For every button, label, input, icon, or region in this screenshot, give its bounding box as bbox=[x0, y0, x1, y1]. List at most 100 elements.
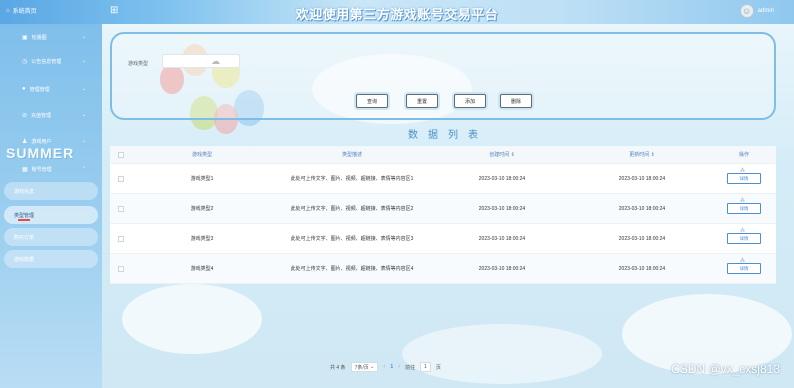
cell-desc: 此处可上传文字、图片、视频、超链接、表情等内容区4 bbox=[290, 266, 414, 272]
user-icon: ♟ bbox=[22, 138, 28, 145]
cloud-decoration bbox=[122, 284, 262, 354]
total-count: 共 4 条 bbox=[330, 364, 346, 371]
cell-desc: 此处可上传文字、图片、视频、超链接、表情等内容区2 bbox=[290, 206, 414, 212]
reset-button[interactable]: 重置 bbox=[406, 94, 438, 108]
cell-updated: 2023-03-10 18:00:24 bbox=[618, 205, 666, 212]
top-bar: ⌂ 系统首页 ⊞ 欢迎使用第三方游戏账号交易平台 ☺ admin bbox=[0, 0, 794, 24]
sidebar-item-account[interactable]: ▦ 账号管理 ⌃ bbox=[12, 160, 94, 178]
page-title: 欢迎使用第三方游戏账号交易平台 bbox=[295, 7, 499, 22]
cell-created: 2023-03-10 18:00:24 bbox=[478, 205, 526, 212]
cell-action: 详情 bbox=[712, 254, 776, 283]
sidebar-sub-label: 类型管理 bbox=[14, 212, 35, 219]
cell-type: 游戏类型2 bbox=[190, 206, 214, 212]
chevron-down-icon: ⌄ bbox=[81, 138, 86, 144]
detail-button[interactable]: 详情 bbox=[727, 168, 761, 184]
sidebar-item-manage[interactable]: ● 管理管理 ⌄ bbox=[12, 80, 94, 98]
search-input[interactable]: ☁ bbox=[162, 54, 240, 68]
cell-action: 详情 bbox=[712, 164, 776, 193]
cell-desc: 此处可上传文字、图片、视频、超链接、表情等内容区1 bbox=[290, 176, 414, 182]
query-button[interactable]: 查询 bbox=[356, 94, 388, 108]
sidebar-sub-game-info[interactable]: 游戏信息 bbox=[4, 182, 98, 200]
table-row[interactable]: 游戏类型2 此处可上传文字、图片、视频、超链接、表情等内容区2 2023-03-… bbox=[110, 194, 776, 224]
user-menu[interactable]: ☺ admin bbox=[739, 4, 774, 18]
row-checkbox-cell bbox=[110, 194, 132, 223]
list-title: 数据列表 bbox=[408, 130, 488, 141]
sidebar-item-label: 公告信息管理 bbox=[31, 58, 62, 65]
image-icon: ▣ bbox=[22, 34, 28, 41]
sidebar-sub-label: 游戏数据 bbox=[14, 256, 35, 263]
cell-updated: 2023-03-10 18:00:24 bbox=[618, 265, 666, 272]
sidebar-item-label: 账号管理 bbox=[31, 166, 52, 173]
active-indicator bbox=[18, 219, 30, 221]
row-checkbox[interactable] bbox=[118, 205, 124, 212]
table-row[interactable]: 游戏类型4 此处可上传文字、图片、视频、超链接、表情等内容区4 2023-03-… bbox=[110, 254, 776, 284]
chevron-down-icon: ⌄ bbox=[368, 364, 375, 370]
row-checkbox[interactable] bbox=[118, 235, 124, 242]
row-checkbox-cell bbox=[110, 224, 132, 253]
table-row[interactable]: 游戏类型3 此处可上传文字、图片、视频、超链接、表情等内容区3 2023-03-… bbox=[110, 224, 776, 254]
prev-page-icon[interactable]: ‹ bbox=[383, 364, 385, 370]
row-checkbox-cell bbox=[110, 254, 132, 283]
sidebar-item-label: 管理管理 bbox=[29, 86, 50, 93]
chevron-down-icon: ⌄ bbox=[81, 58, 86, 64]
col-header[interactable]: 类型描述 bbox=[272, 146, 432, 163]
watermark-text: CSDN @vx_cxsj813 bbox=[671, 362, 780, 376]
detail-button[interactable]: 详情 bbox=[727, 228, 761, 244]
cell-type: 游戏类型3 bbox=[190, 236, 214, 242]
search-label: 游戏类型 bbox=[128, 61, 149, 67]
row-checkbox-cell bbox=[110, 164, 132, 193]
cell-type: 游戏类型1 bbox=[190, 176, 214, 182]
goto-input[interactable]: 1 bbox=[420, 362, 431, 372]
row-checkbox[interactable] bbox=[118, 175, 124, 182]
sidebar-item-notice[interactable]: ◷ 公告信息管理 ⌄ bbox=[12, 52, 94, 70]
recharge-icon: ⊘ bbox=[22, 112, 28, 119]
sidebar: ▣ 轮播图 ⌄ ◷ 公告信息管理 ⌄ ● 管理管理 ⌄ ⊘ 充值管理 ⌄ SUM… bbox=[0, 24, 102, 388]
detail-button[interactable]: 详情 bbox=[727, 198, 761, 214]
page-size-select[interactable]: 7条/页 ⌄ bbox=[350, 362, 379, 372]
col-header[interactable]: 更新时间 ⇕ bbox=[572, 146, 712, 163]
avatar: ☺ bbox=[739, 4, 754, 18]
cell-updated: 2023-03-10 18:00:24 bbox=[618, 235, 666, 242]
goto-label: 前往 bbox=[405, 364, 416, 371]
table-row[interactable]: 游戏类型1 此处可上传文字、图片、视频、超链接、表情等内容区1 2023-03-… bbox=[110, 164, 776, 194]
add-button[interactable]: 添加 bbox=[454, 94, 486, 108]
sidebar-item-label: 游戏用户 bbox=[31, 138, 52, 145]
next-page-icon[interactable]: › bbox=[398, 364, 400, 370]
clock-icon: ◷ bbox=[22, 58, 28, 65]
sidebar-item-carousel[interactable]: ▣ 轮播图 ⌄ bbox=[12, 28, 94, 46]
sidebar-sub-game-data[interactable]: 游戏数据 bbox=[4, 250, 98, 268]
goto-suffix: 页 bbox=[435, 364, 441, 371]
pin-icon: ● bbox=[22, 86, 26, 92]
main-content: 游戏类型 ☁ 查询 重置 添加 删除 数据列表 游戏类型 类型描述 创建时间 ⇕… bbox=[102, 24, 794, 388]
chevron-down-icon: ⌄ bbox=[81, 34, 86, 40]
sidebar-sub-orders[interactable]: 购买订单 bbox=[4, 228, 98, 246]
col-header[interactable]: 游戏类型 bbox=[132, 146, 272, 163]
cell-created: 2023-03-10 18:00:24 bbox=[478, 235, 526, 242]
select-all-checkbox[interactable] bbox=[118, 151, 124, 158]
cell-created: 2023-03-10 18:00:24 bbox=[478, 175, 526, 182]
current-page[interactable]: 1 bbox=[390, 364, 393, 370]
cell-action: 详情 bbox=[712, 194, 776, 223]
sidebar-item-label: 充值管理 bbox=[31, 112, 52, 119]
row-checkbox[interactable] bbox=[118, 265, 124, 272]
page-size-value: 7条/页 bbox=[354, 364, 369, 371]
sidebar-item-game-user[interactable]: ♟ 游戏用户 ⌄ bbox=[12, 132, 94, 150]
pagination: 共 4 条 7条/页 ⌄ ‹ 1 › 前往 1 页 bbox=[330, 362, 441, 372]
col-header[interactable]: 创建时间 ⇕ bbox=[432, 146, 572, 163]
delete-button[interactable]: 删除 bbox=[500, 94, 532, 108]
detail-button[interactable]: 详情 bbox=[727, 258, 761, 274]
account-icon: ▦ bbox=[22, 166, 28, 173]
cell-action: 详情 bbox=[712, 224, 776, 253]
cell-updated: 2023-03-10 18:00:24 bbox=[618, 175, 666, 182]
sidebar-sub-label: 游戏信息 bbox=[14, 188, 35, 195]
cloud-decoration bbox=[402, 324, 602, 384]
cell-created: 2023-03-10 18:00:24 bbox=[478, 265, 526, 272]
cloud-icon: ☁ bbox=[211, 56, 220, 66]
table-header: 游戏类型 类型描述 创建时间 ⇕ 更新时间 ⇕ 操作 bbox=[110, 146, 776, 164]
search-panel: 游戏类型 ☁ 查询 重置 添加 删除 bbox=[110, 32, 776, 120]
sidebar-item-label: 轮播图 bbox=[31, 34, 47, 41]
sidebar-sub-type-manage[interactable]: 类型管理 bbox=[4, 206, 98, 224]
sidebar-item-recharge[interactable]: ⊘ 充值管理 ⌄ bbox=[12, 106, 94, 124]
col-header: 操作 bbox=[738, 152, 749, 158]
cell-type: 游戏类型4 bbox=[190, 266, 214, 272]
